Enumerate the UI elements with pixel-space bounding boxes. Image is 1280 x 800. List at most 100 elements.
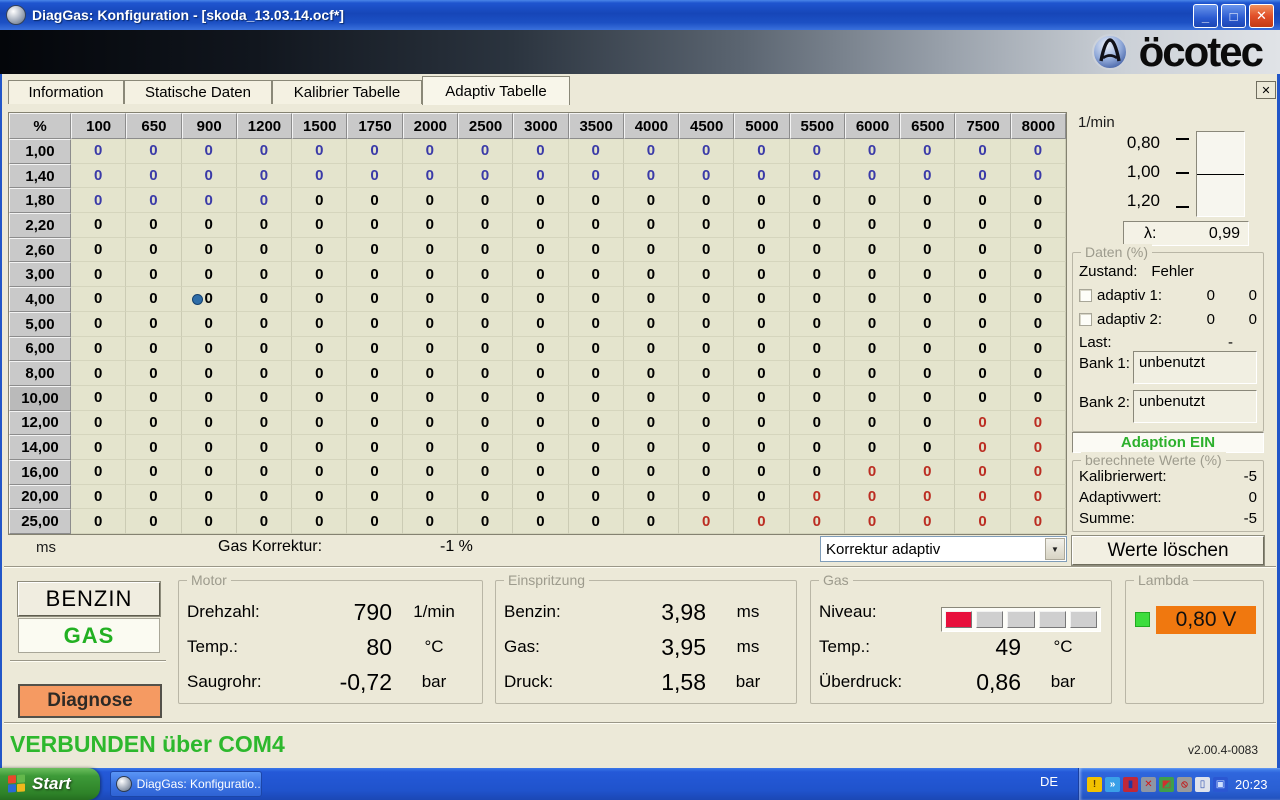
table-cell[interactable]: 0 [679,213,734,238]
table-cell[interactable]: 0 [513,164,568,189]
table-cell[interactable]: 0 [126,262,181,287]
table-cell[interactable]: 0 [845,139,900,164]
table-cell[interactable]: 0 [182,262,237,287]
table-cell[interactable]: 0 [955,238,1010,263]
table-cell[interactable]: 0 [71,411,126,436]
table-cell[interactable]: 0 [845,386,900,411]
table-cell[interactable]: 0 [734,312,789,337]
table-cell[interactable]: 0 [790,509,845,534]
table-cell[interactable]: 0 [1011,287,1066,312]
table-cell[interactable]: 0 [679,361,734,386]
table-cell[interactable]: 0 [292,213,347,238]
table-cell[interactable]: 0 [790,411,845,436]
table-cell[interactable]: 0 [734,287,789,312]
table-cell[interactable]: 0 [458,460,513,485]
table-cell[interactable]: 0 [845,213,900,238]
close-button[interactable]: ✕ [1249,4,1274,28]
table-cell[interactable]: 0 [569,485,624,510]
table-cell[interactable]: 0 [347,509,402,534]
table-cell[interactable]: 0 [955,361,1010,386]
table-cell[interactable]: 0 [900,213,955,238]
table-cell[interactable]: 0 [569,287,624,312]
table-cell[interactable]: 0 [458,238,513,263]
security-shield-icon[interactable]: ! [1087,777,1102,792]
table-cell[interactable]: 0 [569,386,624,411]
table-cell[interactable]: 0 [458,509,513,534]
table-cell[interactable]: 0 [292,238,347,263]
table-cell[interactable]: 0 [734,238,789,263]
table-cell[interactable]: 0 [458,337,513,362]
table-cell[interactable]: 0 [1011,460,1066,485]
table-cell[interactable]: 0 [182,238,237,263]
table-cell[interactable]: 0 [624,238,679,263]
table-cell[interactable]: 0 [624,361,679,386]
table-cell[interactable]: 0 [1011,164,1066,189]
table-cell[interactable]: 0 [458,312,513,337]
table-cell[interactable]: 0 [955,460,1010,485]
benzin-button[interactable]: BENZIN [18,582,160,616]
table-cell[interactable]: 0 [347,435,402,460]
table-cell[interactable]: 0 [403,262,458,287]
table-cell[interactable]: 0 [347,164,402,189]
table-cell[interactable]: 0 [71,485,126,510]
tab-statische-daten[interactable]: Statische Daten [124,80,272,104]
battery-meter-icon[interactable]: ▮ [1123,777,1138,792]
table-cell[interactable]: 0 [347,188,402,213]
table-cell[interactable]: 0 [458,361,513,386]
table-cell[interactable]: 0 [679,337,734,362]
werte-loeschen-button[interactable]: Werte löschen [1072,536,1264,565]
table-cell[interactable]: 0 [513,213,568,238]
adaption-status-button[interactable]: Adaption EIN [1072,432,1264,453]
table-cell[interactable]: 0 [403,287,458,312]
table-cell[interactable]: 0 [403,139,458,164]
table-cell[interactable]: 0 [790,262,845,287]
table-cell[interactable]: 0 [237,213,292,238]
table-cell[interactable]: 0 [458,213,513,238]
network-activity-icon[interactable]: » [1105,777,1120,792]
table-cell[interactable]: 0 [900,312,955,337]
table-cell[interactable]: 0 [679,386,734,411]
table-cell[interactable]: 0 [347,262,402,287]
table-cell[interactable]: 0 [71,460,126,485]
table-cell[interactable]: 0 [624,337,679,362]
table-cell[interactable]: 0 [347,312,402,337]
table-cell[interactable]: 0 [182,213,237,238]
table-cell[interactable]: 0 [790,188,845,213]
table-cell[interactable]: 0 [292,262,347,287]
table-cell[interactable]: 0 [679,312,734,337]
table-cell[interactable]: 0 [900,435,955,460]
table-cell[interactable]: 0 [624,485,679,510]
tab-kalibrier-tabelle[interactable]: Kalibrier Tabelle [272,80,422,104]
table-cell[interactable]: 0 [292,139,347,164]
table-cell[interactable]: 0 [403,213,458,238]
table-cell[interactable]: 0 [347,337,402,362]
table-cell[interactable]: 0 [955,262,1010,287]
table-cell[interactable]: 0 [403,435,458,460]
table-cell[interactable]: 0 [569,213,624,238]
table-cell[interactable]: 0 [458,188,513,213]
table-cell[interactable]: 0 [1011,509,1066,534]
table-cell[interactable]: 0 [569,164,624,189]
table-cell[interactable]: 0 [569,337,624,362]
table-cell[interactable]: 0 [347,287,402,312]
table-cell[interactable]: 0 [513,411,568,436]
table-cell[interactable]: 0 [569,509,624,534]
table-cell[interactable]: 0 [569,188,624,213]
table-cell[interactable]: 0 [734,411,789,436]
table-cell[interactable]: 0 [513,485,568,510]
table-cell[interactable]: 0 [1011,312,1066,337]
table-cell[interactable]: 0 [1011,262,1066,287]
table-cell[interactable]: 0 [513,460,568,485]
table-cell[interactable]: 0 [955,386,1010,411]
table-cell[interactable]: 0 [403,238,458,263]
table-cell[interactable]: 0 [182,411,237,436]
table-cell[interactable]: 0 [513,337,568,362]
table-cell[interactable]: 0 [126,287,181,312]
table-cell[interactable]: 0 [900,262,955,287]
table-cell[interactable]: 0 [1011,361,1066,386]
table-cell[interactable]: 0 [71,262,126,287]
table-cell[interactable]: 0 [569,411,624,436]
table-cell[interactable]: 0 [182,485,237,510]
table-cell[interactable]: 0 [292,188,347,213]
table-cell[interactable]: 0 [900,485,955,510]
